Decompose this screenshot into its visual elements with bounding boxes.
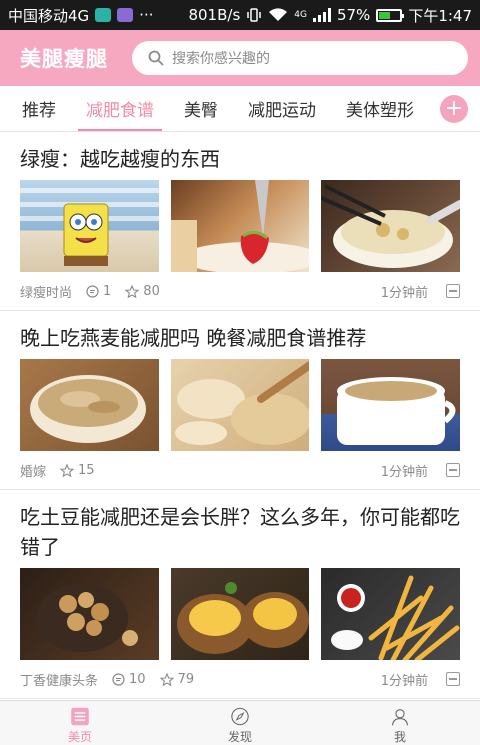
dismiss-icon[interactable]: [446, 672, 460, 686]
gallery-icon: [117, 8, 134, 22]
article-thumbnails: [20, 180, 461, 272]
thumbnail-potatoes-basket: [20, 568, 159, 660]
tab-diet-exercise[interactable]: 减肥运动: [248, 86, 316, 131]
article-card[interactable]: 吃土豆能减肥还是会长胖？这么多年，你可能都吃错了 丁香健康头条 10 79 1分…: [0, 490, 480, 699]
article-title: 绿瘦：越吃越瘦的东西: [20, 147, 220, 171]
thumbnail-fries: [321, 568, 461, 660]
tab-hips[interactable]: 美臀: [184, 86, 218, 131]
battery-percent: 57%: [336, 6, 371, 24]
tab-body-shaping[interactable]: 美体塑形: [346, 86, 414, 131]
network-type: 4G: [294, 9, 307, 20]
article-time: 1分钟前: [380, 673, 428, 689]
article-title: 晚上吃燕麦能减肥吗 晚餐减肥食谱推荐: [20, 326, 367, 350]
wifi-icon: [269, 8, 288, 21]
battery-icon: [376, 8, 405, 22]
star-count: 79: [159, 672, 194, 687]
comment-icon: [112, 672, 125, 686]
thumbnail-soup: [321, 180, 461, 272]
dismiss-icon[interactable]: [446, 284, 460, 298]
app-header: 美腿瘦腿 搜索你感兴趣的: [0, 30, 480, 86]
nav-home[interactable]: 美页: [0, 701, 160, 745]
thumbnail-cartoon: [20, 180, 159, 272]
compass-icon: [231, 707, 249, 726]
search-icon: [148, 50, 164, 66]
thumbnail-baked-potatoes: [170, 568, 310, 660]
thumbnail-oats-spoon: [170, 359, 310, 451]
search-placeholder: 搜索你感兴趣的: [172, 51, 270, 67]
star-icon: [60, 463, 75, 477]
article-card[interactable]: 绿瘦：越吃越瘦的东西 绿瘦时尚 1 80 1分钟前: [0, 132, 480, 311]
article-thumbnails: [20, 359, 461, 451]
article-source: 丁香健康头条: [20, 673, 99, 689]
star-count: 80: [125, 284, 160, 299]
thumbnail-oats-cup: [321, 359, 461, 451]
user-icon: [391, 709, 409, 726]
tab-recommend[interactable]: 推荐: [22, 86, 56, 131]
star-icon: [125, 284, 140, 298]
article-time: 1分钟前: [380, 464, 428, 480]
signal-icon: [312, 8, 331, 22]
network-speed: 801B/s: [188, 6, 241, 24]
article-meta: 绿瘦时尚 1 80 1分钟前: [20, 272, 460, 310]
article-meta: 丁香健康头条 10 79 1分钟前: [20, 660, 460, 698]
plus-icon: +: [444, 96, 464, 121]
article-title: 吃土豆能减肥还是会长胖？这么多年，你可能都吃错了: [20, 505, 460, 559]
status-bar: 中国移动4G ··· 801B/s 4G 57% 下午1:47: [0, 0, 480, 30]
add-tab-button[interactable]: +: [440, 95, 468, 123]
article-feed: 绿瘦：越吃越瘦的东西 绿瘦时尚 1 80 1分钟前 晚上吃燕麦能减肥吗 晚餐减肥…: [0, 132, 480, 700]
nav-discover[interactable]: 发现: [160, 701, 320, 745]
article-meta: 婚嫁 15 1分钟前: [20, 451, 460, 489]
comment-count: 10: [112, 672, 146, 687]
bottom-nav: 美页 发现 我: [0, 700, 480, 745]
thumbnail-strawberry: [170, 180, 310, 272]
comment-count: 1: [86, 284, 111, 299]
tab-diet-recipes[interactable]: 减肥食谱: [78, 86, 162, 131]
vibrate-icon: [247, 8, 262, 22]
dismiss-icon[interactable]: [446, 463, 460, 477]
search-input[interactable]: 搜索你感兴趣的: [132, 41, 468, 75]
message-icon: [95, 8, 112, 22]
article-source: 婚嫁: [20, 464, 47, 480]
article-thumbnails: [20, 568, 461, 660]
list-icon: [71, 707, 89, 726]
comment-icon: [86, 284, 99, 298]
more-notifications-icon: ···: [139, 6, 154, 24]
app-title: 美腿瘦腿: [20, 47, 108, 71]
article-source: 绿瘦时尚: [20, 285, 73, 301]
carrier-label: 中国移动4G: [8, 6, 90, 25]
star-count: 15: [60, 463, 95, 478]
article-card[interactable]: 晚上吃燕麦能减肥吗 晚餐减肥食谱推荐 婚嫁 15 1分钟前: [0, 311, 480, 490]
category-tabs: 推荐 减肥食谱 美臀 减肥运动 美体塑形 +: [0, 86, 480, 132]
clock: 下午1:47: [408, 6, 472, 25]
nav-me[interactable]: 我: [320, 701, 480, 745]
star-icon: [159, 672, 174, 686]
thumbnail-oats-bowl: [20, 359, 159, 451]
article-time: 1分钟前: [380, 285, 428, 301]
